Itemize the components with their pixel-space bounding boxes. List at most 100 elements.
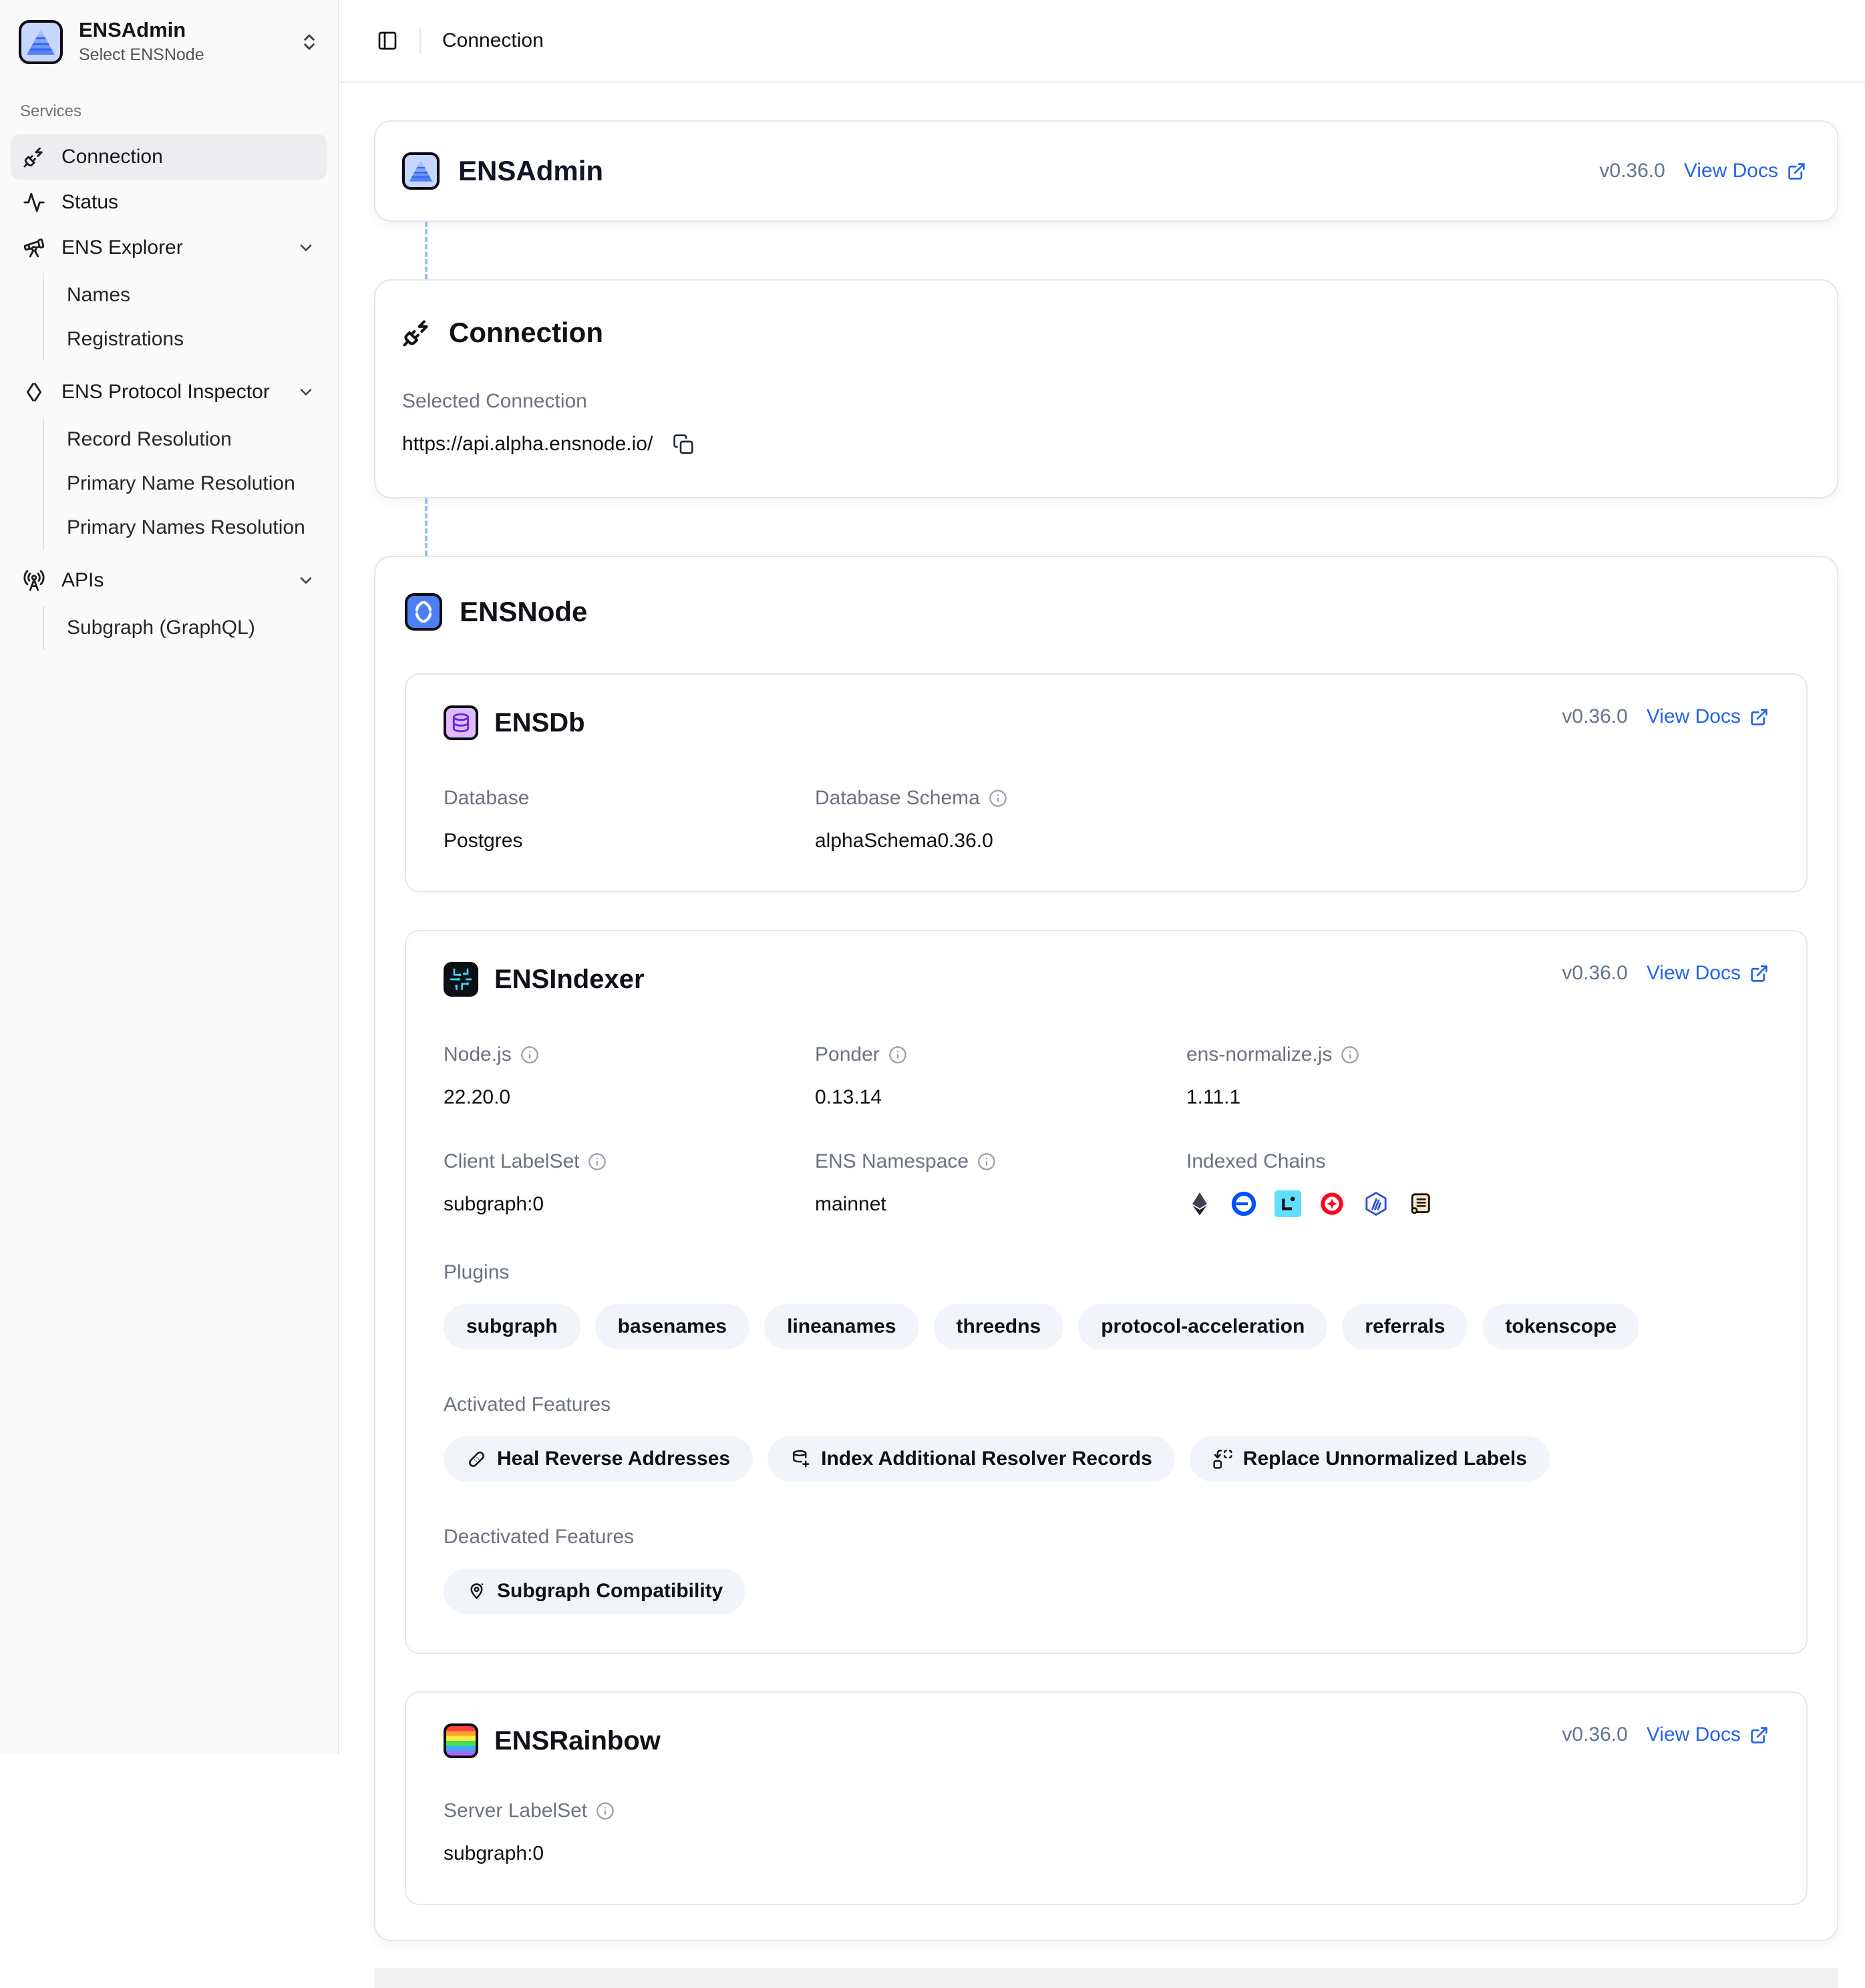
ens-diamond-icon xyxy=(23,381,45,403)
selected-connection-label: Selected Connection xyxy=(402,390,1806,413)
plugins-list: subgraph basenames lineanames threedns p… xyxy=(444,1304,1769,1349)
sidebar-item-record-resolution[interactable]: Record Resolution xyxy=(44,418,327,462)
ensdb-card: ENSDb v0.36.0 View Docs Database Postgre… xyxy=(405,673,1808,892)
plugins-label: Plugins xyxy=(444,1261,1769,1284)
app-subtitle: Select ENSNode xyxy=(79,45,204,65)
ensnode-card-title: ENSNode xyxy=(460,596,587,628)
server-labelset-label: Server LabelSet xyxy=(444,1800,1769,1822)
version-label: v0.36.0 xyxy=(1562,705,1627,728)
field-label: Database Schema xyxy=(815,787,1186,810)
feature-badge: Index Additional Resolver Records xyxy=(768,1436,1175,1482)
feature-badge: Subgraph Compatibility xyxy=(444,1568,745,1614)
field-ponder: Ponder 0.13.14 xyxy=(815,1043,1186,1109)
scroll-chain-icon xyxy=(1407,1190,1433,1217)
sidebar-toggle-icon[interactable] xyxy=(377,30,398,51)
info-icon[interactable] xyxy=(1341,1045,1359,1064)
sidebar-item-primary-name-resolution[interactable]: Primary Name Resolution xyxy=(44,462,327,506)
field-ens-namespace: ENS Namespace mainnet xyxy=(815,1150,1186,1217)
info-icon[interactable] xyxy=(588,1152,607,1171)
view-docs-link[interactable]: View Docs xyxy=(1647,962,1769,985)
radio-tower-icon xyxy=(23,569,45,592)
plugin-badge: threedns xyxy=(934,1304,1064,1349)
plugin-badge: tokenscope xyxy=(1482,1304,1639,1349)
ensnode-selector[interactable]: ENSAdmin Select ENSNode xyxy=(11,12,327,71)
connection-url: https://api.alpha.ensnode.io/ xyxy=(402,433,653,456)
sidebar-item-connection[interactable]: Connection xyxy=(11,134,327,180)
plugin-badge: protocol-acceleration xyxy=(1078,1304,1327,1349)
field-label: Client LabelSet xyxy=(444,1150,815,1173)
view-docs-link[interactable]: View Docs xyxy=(1684,160,1806,182)
view-docs-link[interactable]: View Docs xyxy=(1647,705,1769,728)
ensadmin-card: ENSAdmin v0.36.0 View Docs xyxy=(374,120,1838,222)
view-docs-link[interactable]: View Docs xyxy=(1647,1723,1769,1746)
page-bottom-strip xyxy=(374,1968,1838,1988)
plug-zap-icon xyxy=(402,318,432,347)
plugin-badge: basenames xyxy=(595,1304,749,1349)
view-docs-label: View Docs xyxy=(1647,1723,1741,1746)
view-docs-label: View Docs xyxy=(1647,705,1741,728)
plug-zap-icon xyxy=(23,146,45,168)
topbar: Connection xyxy=(339,0,1865,83)
sidebar-item-ens-protocol-inspector[interactable]: ENS Protocol Inspector xyxy=(11,369,327,415)
dashed-connector xyxy=(425,498,428,556)
base-chain-icon xyxy=(1230,1190,1257,1217)
indexed-chains-list xyxy=(1186,1190,1769,1217)
sidebar-item-label: ENS Protocol Inspector xyxy=(61,381,270,403)
feature-badge: Heal Reverse Addresses xyxy=(444,1436,753,1482)
field-label: Database xyxy=(444,787,815,810)
ensnode-logo-icon xyxy=(405,593,442,631)
info-icon[interactable] xyxy=(520,1045,539,1064)
field-value: subgraph:0 xyxy=(444,1193,815,1216)
ensrainbow-title: ENSRainbow xyxy=(494,1726,661,1756)
apis-children: Subgraph (GraphQL) xyxy=(43,606,327,650)
ens-protocol-inspector-children: Record Resolution Primary Name Resolutio… xyxy=(43,418,327,550)
ensdb-logo-icon xyxy=(444,705,478,740)
ethereum-chain-icon xyxy=(1186,1190,1213,1217)
ensnode-card: ENSNode ENSDb xyxy=(374,556,1838,1941)
field-nodejs: Node.js 22.20.0 xyxy=(444,1043,815,1109)
ensindexer-title: ENSIndexer xyxy=(494,965,645,995)
field-value: Postgres xyxy=(444,830,815,852)
field-value: 22.20.0 xyxy=(444,1086,815,1109)
app-title: ENSAdmin xyxy=(79,19,204,41)
plugin-badge: subgraph xyxy=(444,1304,580,1349)
field-client-labelset: Client LabelSet subgraph:0 xyxy=(444,1150,815,1217)
sidebar-item-ens-explorer[interactable]: ENS Explorer xyxy=(11,225,327,271)
replace-icon xyxy=(1212,1449,1233,1470)
field-label: ens-normalize.js xyxy=(1186,1043,1769,1066)
field-value: 0.13.14 xyxy=(815,1086,1186,1109)
version-label: v0.36.0 xyxy=(1599,160,1665,182)
field-label: ENS Namespace xyxy=(815,1150,1186,1173)
sidebar-item-apis[interactable]: APIs xyxy=(11,558,327,603)
activated-features-list: Heal Reverse Addresses Index Additional … xyxy=(444,1436,1769,1482)
field-label: Node.js xyxy=(444,1043,815,1066)
sidebar-item-subgraph-graphql[interactable]: Subgraph (GraphQL) xyxy=(44,606,327,650)
chevron-down-icon xyxy=(297,571,315,590)
info-icon[interactable] xyxy=(596,1802,615,1820)
info-icon[interactable] xyxy=(888,1045,907,1064)
sidebar-item-names[interactable]: Names xyxy=(44,273,327,317)
telescope-icon xyxy=(23,236,45,259)
ensadmin-logo-icon xyxy=(19,20,63,64)
field-label: Ponder xyxy=(815,1043,1186,1066)
sidebar-item-label: Connection xyxy=(61,146,163,168)
sidebar-item-registrations[interactable]: Registrations xyxy=(44,317,327,361)
field-database-schema: Database Schema alphaSchema0.36.0 xyxy=(815,787,1186,852)
connection-card-title: Connection xyxy=(449,317,603,349)
info-icon[interactable] xyxy=(989,789,1007,808)
topbar-divider xyxy=(419,27,421,54)
sidebar-item-status[interactable]: Status xyxy=(11,180,327,225)
sidebar-item-primary-names-resolution[interactable]: Primary Names Resolution xyxy=(44,506,327,550)
field-value: 1.11.1 xyxy=(1186,1086,1769,1109)
deactivated-features-label: Deactivated Features xyxy=(444,1526,1769,1548)
sidebar-nav: Connection Status ENS Explorer Names Reg… xyxy=(11,134,327,650)
sidebar: ENSAdmin Select ENSNode Services Connect… xyxy=(0,0,339,1754)
server-labelset-value: subgraph:0 xyxy=(444,1842,1769,1865)
field-indexed-chains: Indexed Chains xyxy=(1186,1150,1769,1217)
sidebar-item-label: APIs xyxy=(61,569,104,592)
version-label: v0.36.0 xyxy=(1562,962,1627,985)
info-icon[interactable] xyxy=(977,1152,996,1171)
ens-explorer-children: Names Registrations xyxy=(43,273,327,361)
connection-card: Connection Selected Connection https://a… xyxy=(374,279,1838,498)
copy-url-button[interactable] xyxy=(673,434,694,455)
